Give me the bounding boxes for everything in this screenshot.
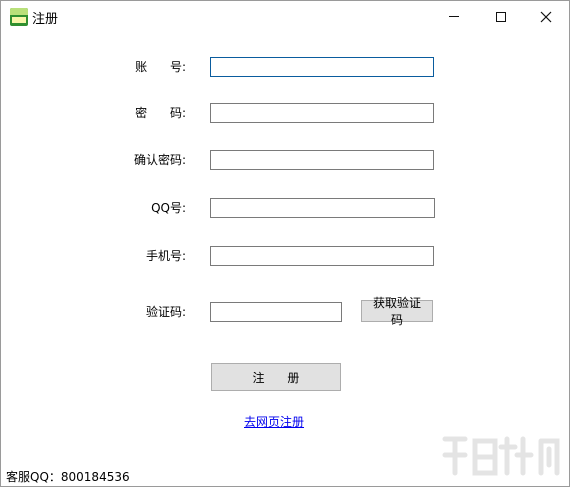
support-qq-text: 客服QQ：800184536 (6, 470, 130, 484)
minimize-icon (449, 16, 459, 17)
confirm-password-label: 确认密码: (133, 153, 186, 167)
maximize-icon (496, 11, 506, 22)
minimize-button[interactable] (431, 1, 477, 32)
maximize-button[interactable] (478, 1, 524, 32)
web-register-link[interactable]: 去网页注册 (244, 413, 304, 430)
register-button[interactable]: 注 册 (211, 363, 341, 391)
title-bar[interactable]: 注册 (1, 1, 569, 32)
phone-input[interactable] (210, 246, 434, 266)
qq-input[interactable] (210, 198, 435, 218)
account-label: 账 号: (135, 60, 186, 74)
qq-label: QQ号: (151, 201, 186, 215)
watermark-logo (442, 436, 560, 476)
account-input[interactable] (210, 57, 434, 77)
close-button[interactable] (523, 1, 569, 32)
app-logo-icon (10, 8, 28, 26)
phone-label: 手机号: (145, 249, 186, 263)
password-input[interactable] (210, 103, 434, 123)
password-label: 密 码: (135, 106, 186, 120)
register-window: 注册 账 号: 密 码: 确认密码: QQ号: 手机号: 验证码: 获取验证码 … (0, 0, 570, 487)
close-icon (540, 11, 552, 22)
confirm-password-input[interactable] (210, 150, 434, 170)
verify-code-input[interactable] (210, 302, 342, 322)
get-code-button[interactable]: 获取验证码 (361, 296, 433, 327)
window-title: 注册 (32, 12, 59, 27)
verify-code-label: 验证码: (145, 305, 186, 319)
